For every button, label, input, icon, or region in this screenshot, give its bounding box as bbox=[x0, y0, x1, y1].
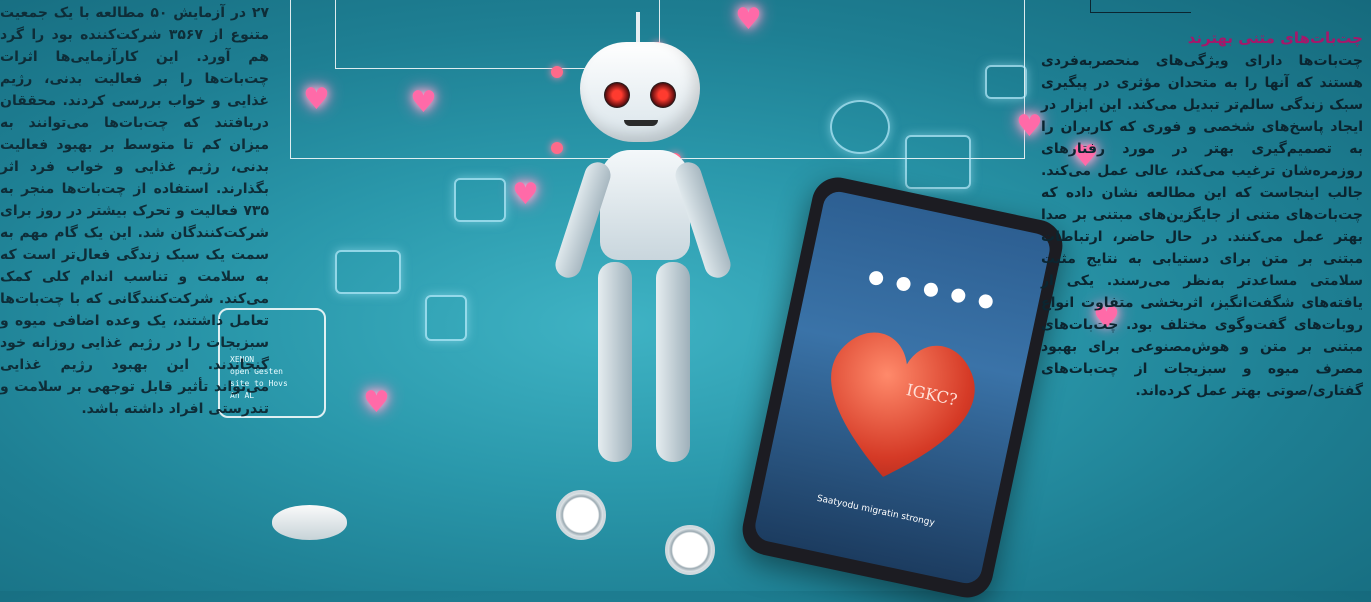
left-article-column: ۲۷ در آزمایش ۵۰ مطالعه با یک جمعیت متنوع… bbox=[0, 0, 275, 591]
smartphone: IGKC? Saatyodu migratin strongy bbox=[737, 172, 1068, 602]
status-dot bbox=[922, 281, 940, 299]
heart-icon: ♥ bbox=[363, 385, 390, 420]
phone-screen: IGKC? Saatyodu migratin strongy bbox=[752, 188, 1053, 587]
heart-icon: ♥ bbox=[1016, 109, 1043, 144]
left-paragraph: ۲۷ در آزمایش ۵۰ مطالعه با یک جمعیت متنوع… bbox=[0, 5, 269, 417]
robot-leg bbox=[656, 262, 690, 462]
robot-eye bbox=[650, 82, 676, 108]
robot-head bbox=[580, 42, 700, 142]
robot-antenna bbox=[636, 12, 640, 44]
status-dot bbox=[895, 275, 912, 293]
robot-body bbox=[600, 150, 690, 260]
frame-dot bbox=[551, 142, 563, 154]
section-heading: چت‌بات‌های متنی بهترند bbox=[1187, 29, 1363, 47]
heart-illustration bbox=[798, 303, 1000, 505]
heart-icon: ♥ bbox=[512, 177, 539, 212]
status-dot bbox=[867, 269, 885, 287]
frame-dot bbox=[551, 66, 563, 78]
glow-panel bbox=[425, 295, 467, 341]
status-dot bbox=[950, 287, 967, 304]
glow-panel bbox=[335, 250, 401, 294]
glow-panel bbox=[830, 100, 890, 154]
heart-icon: ♥ bbox=[410, 85, 437, 120]
glow-panel bbox=[905, 135, 971, 189]
right-article-column: چت‌بات‌های متنی بهترند چت‌بات‌ها دارای و… bbox=[1041, 0, 1371, 591]
glow-panel bbox=[454, 178, 506, 222]
smart-speaker bbox=[272, 505, 347, 540]
heart-icon: ♥ bbox=[303, 82, 330, 117]
robot-leg bbox=[598, 262, 632, 462]
robot-mouth bbox=[624, 120, 658, 126]
right-paragraph: چت‌بات‌ها دارای ویژگی‌های منحصربه‌فردی ه… bbox=[1041, 53, 1363, 399]
watch-icon bbox=[665, 525, 715, 575]
heart-icon: ♥ bbox=[735, 2, 762, 37]
glow-panel bbox=[985, 65, 1027, 99]
status-dot bbox=[977, 293, 995, 310]
watch-icon bbox=[556, 490, 606, 540]
robot-eye bbox=[604, 82, 630, 108]
phone-caption: Saatyodu migratin strongy bbox=[815, 493, 936, 529]
